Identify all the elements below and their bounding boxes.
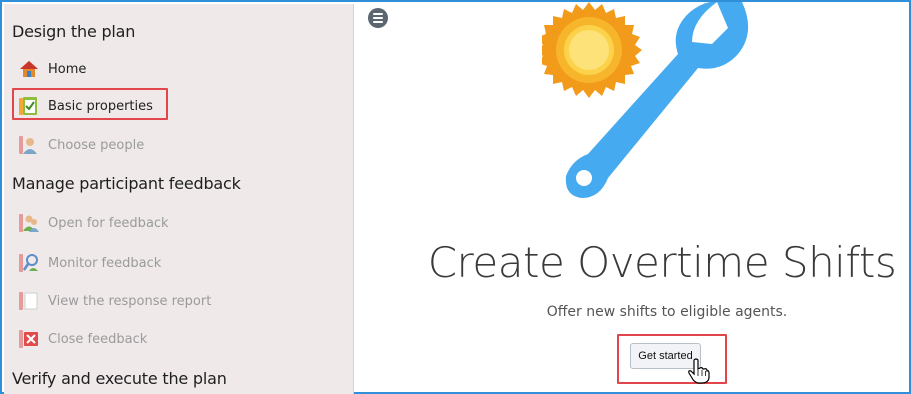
illustration [542,2,749,198]
app-frame: Design the plan Home Basic properties Ch… [0,0,911,394]
person-icon [18,134,40,156]
sidebar-item-monitor-feedback[interactable]: Monitor feedback [18,250,161,276]
hand-cursor-icon [688,358,710,384]
sidebar-item-home[interactable]: Home [18,56,86,82]
sun-icon [542,2,642,98]
sidebar-item-label: Monitor feedback [48,255,162,271]
section-title-verify: Verify and execute the plan [12,369,227,388]
sidebar-item-close-feedback[interactable]: Close feedback [18,326,147,352]
section-title-design: Design the plan [12,22,136,41]
sidebar-item-label: Close feedback [48,331,148,347]
sidebar-item-label: Choose people [48,137,145,153]
home-icon [18,58,40,80]
sidebar-item-response-report[interactable]: View the response report [18,288,211,314]
sidebar-item-choose-people[interactable]: Choose people [18,132,144,158]
close-x-icon [18,328,40,350]
sidebar-item-open-feedback[interactable]: Open for feedback [18,210,169,236]
people-icon [18,212,40,234]
basic-properties-highlight [12,88,168,120]
page-subtitle: Offer new shifts to eligible agents. [546,304,788,320]
sidebar: Design the plan Home Basic properties Ch… [4,4,354,394]
sidebar-item-label: Open for feedback [48,215,169,231]
sidebar-item-label: View the response report [48,293,212,309]
page-title: Create Overtime Shifts [427,238,897,287]
sidebar-item-label: Home [48,61,87,77]
section-title-manage: Manage participant feedback [12,174,241,193]
document-icon [18,290,40,312]
magnifier-person-icon [18,252,40,274]
menu-icon[interactable] [368,8,388,28]
